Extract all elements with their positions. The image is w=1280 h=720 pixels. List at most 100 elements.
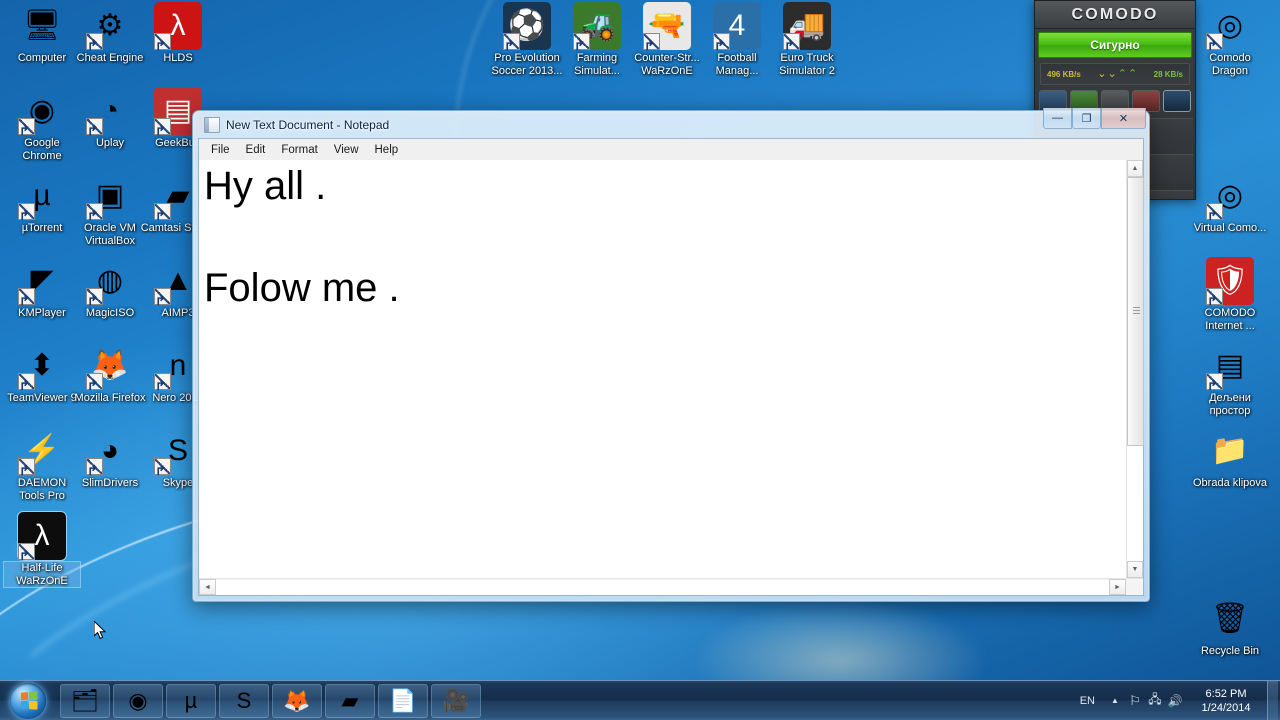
desktop-icon-euro-truck-simulator-2[interactable]: 🚚Euro Truck Simulator 2	[769, 2, 845, 77]
desktop-icon-obrada-klipova[interactable]: 📁 Obrada klipova	[1192, 427, 1268, 490]
desktop-icon-label: Uplay	[95, 137, 125, 149]
desktop-icon-farming-simulat[interactable]: 🚜Farming Simulat...	[559, 2, 635, 77]
comodo-status-bar[interactable]: Сигурно	[1038, 32, 1192, 58]
vertical-scrollbar[interactable]: ▲ ▼	[1126, 160, 1144, 578]
minimize-button[interactable]: —	[1043, 108, 1072, 129]
app-icon: ◎	[1206, 2, 1254, 50]
desktop-icon-cheat-engine[interactable]: ⚙ Cheat Engine	[72, 2, 148, 65]
menu-item-view[interactable]: View	[326, 142, 367, 158]
desktop-icon-virtual-como[interactable]: ◎ Virtual Como...	[1192, 172, 1268, 235]
desktop-icon-kmplayer[interactable]: ◤ KMPlayer	[4, 257, 80, 320]
desktop-icon-google-chrome[interactable]: ◉Google Chrome	[4, 87, 80, 162]
notepad-window[interactable]: New Text Document - Notepad — ❐ ✕ File Ed…	[192, 108, 1150, 602]
windows-flag-icon	[20, 691, 37, 710]
desktop-icon-label: COMODO Internet ...	[1204, 307, 1256, 332]
horizontal-scrollbar[interactable]: ◄ ►	[199, 578, 1143, 595]
scroll-right-arrow-icon[interactable]: ►	[1109, 579, 1126, 595]
notepad-title-bar[interactable]: New Text Document - Notepad — ❐ ✕	[198, 108, 1146, 138]
desktop-icon-daemon-tools-pro[interactable]: ⚡DAEMON Tools Pro	[4, 427, 80, 502]
notepad-text-area[interactable]: Hy all . Folow me .	[199, 160, 1126, 578]
skype-icon: S	[236, 687, 252, 713]
desktop-icon-teamviewer-9[interactable]: ⬍ TeamViewer 9	[4, 342, 80, 405]
desktop-icon-label: TeamViewer 9	[7, 392, 77, 404]
desktop-icon-hlds[interactable]: λ HLDS	[140, 2, 216, 65]
comodo-tile-traffic[interactable]	[1163, 90, 1191, 112]
taskbar-item-utorrent[interactable]: µ	[166, 683, 216, 718]
desktop-icon-label: Recycle Bin	[1200, 645, 1260, 657]
show-desktop-button[interactable]	[1267, 680, 1278, 720]
menu-item-format[interactable]: Format	[273, 142, 325, 158]
maximize-button[interactable]: ❐	[1072, 108, 1101, 129]
app-icon: 🗑	[1210, 602, 1250, 635]
start-button[interactable]	[2, 682, 54, 720]
app-icon: ▣	[86, 172, 134, 220]
network-icon[interactable]: 🖧	[1145, 681, 1165, 720]
desktop-icon-slimdrivers[interactable]: ◕ SlimDrivers	[72, 427, 148, 490]
action-center-flag-icon[interactable]: ⚐	[1125, 681, 1145, 720]
app-icon: 📁	[1211, 434, 1249, 467]
menu-item-help[interactable]: Help	[367, 142, 407, 158]
desktop-icon-comodo-internet[interactable]: 🛡COMODO Internet ...	[1192, 257, 1268, 332]
desktop-icon-football-manag[interactable]: 4Football Manag...	[699, 2, 775, 77]
scrollbar-corner	[1126, 579, 1143, 595]
app-icon: ◔	[86, 87, 134, 135]
desktop-icon-counter-str-warzone[interactable]: 🔫Counter-Str... WaRzOnE	[629, 2, 705, 77]
app-icon: ⬍	[18, 342, 66, 390]
desktop-icon-label: Comodo Dragon	[1209, 52, 1251, 77]
scroll-left-arrow-icon[interactable]: ◄	[199, 579, 216, 595]
desktop-icon-label: Cheat Engine	[76, 52, 144, 64]
app-icon: ◉	[18, 87, 66, 135]
windows-taskbar[interactable]: 🗂 ◉ µ S 🦊 ▰ 📄 🎥 EN ▲ ⚐ 🖧 🔊 6:52 PM 1/24/2014	[0, 680, 1280, 720]
desktop-icon-label: Computer	[17, 52, 67, 64]
desktop-icon-label: MagicISO	[85, 307, 135, 319]
desktop-icon-uplay[interactable]: ◔ Uplay	[72, 87, 148, 150]
comodo-brand-label: COMODO	[1071, 5, 1159, 23]
app-icon: ◎	[1206, 172, 1254, 220]
taskbar-item-windows-explorer[interactable]: 🗂	[60, 683, 110, 718]
vertical-scroll-thumb[interactable]	[1127, 177, 1144, 446]
desktop-icon-oracle-vm-virtualbox[interactable]: ▣Oracle VM VirtualBox	[72, 172, 148, 247]
horizontal-scroll-track[interactable]	[216, 579, 1109, 595]
desktop-icon-label: Half-Life WaRzOnE	[3, 561, 81, 588]
system-tray: EN ▲ ⚐ 🖧 🔊 6:52 PM 1/24/2014	[1080, 680, 1280, 720]
taskbar-item-mozilla-firefox[interactable]: 🦊	[272, 683, 322, 718]
taskbar-item-camtasia-studio[interactable]: ▰	[325, 683, 375, 718]
taskbar-item-notepad[interactable]: 📄	[378, 683, 428, 718]
language-indicator[interactable]: EN	[1080, 695, 1095, 707]
desktop-icon-comodo-dragon[interactable]: ◎Comodo Dragon	[1192, 2, 1268, 77]
desktop-icon-label: SlimDrivers	[81, 477, 139, 489]
desktop-icon-recycle-bin[interactable]: 🗑 Recycle Bin	[1192, 595, 1268, 658]
clock-date: 1/24/2014	[1201, 701, 1251, 714]
scroll-down-arrow-icon[interactable]: ▼	[1127, 561, 1143, 578]
taskbar-item-camtasia-recorder[interactable]: 🎥	[431, 683, 481, 718]
desktop-icon-label: Дељени простор	[1209, 392, 1251, 417]
clock[interactable]: 6:52 PM 1/24/2014	[1189, 687, 1263, 715]
desktop-icon-computer[interactable]: 🖥 Computer	[4, 2, 80, 65]
taskbar-item-google-chrome[interactable]: ◉	[113, 683, 163, 718]
desktop-icon-torrent[interactable]: µ µTorrent	[4, 172, 80, 235]
desktop-icon-pro-evolution-soccer-2013[interactable]: ⚽Pro Evolution Soccer 2013...	[489, 2, 565, 77]
desktop-icon-label: Euro Truck Simulator 2	[779, 52, 835, 77]
app-icon: 🚚	[783, 2, 831, 50]
vertical-scroll-track[interactable]	[1127, 177, 1144, 561]
desktop-icon-mozilla-firefox[interactable]: 🦊 Mozilla Firefox	[72, 342, 148, 405]
window-controls: — ❐ ✕	[1043, 108, 1146, 129]
app-icon: 🦊	[86, 342, 134, 390]
close-button[interactable]: ✕	[1101, 108, 1146, 129]
comodo-status-label: Сигурно	[1090, 38, 1140, 52]
menu-item-edit[interactable]: Edit	[238, 142, 274, 158]
notepad-title-text: New Text Document - Notepad	[226, 117, 390, 132]
notepad-text-line-1: Hy all .	[204, 164, 327, 208]
desktop-icon-label: Football Manag...	[715, 52, 759, 77]
app-icon: λ	[17, 511, 67, 561]
show-hidden-icons-icon[interactable]: ▲	[1105, 681, 1125, 720]
desktop-icon-half-life-warzone[interactable]: λHalf-Life WaRzOnE	[3, 511, 81, 588]
desktop-icon-magiciso[interactable]: ◍ MagicISO	[72, 257, 148, 320]
volume-icon[interactable]: 🔊	[1165, 681, 1185, 720]
taskbar-pinned-items: 🗂 ◉ µ S 🦊 ▰ 📄 🎥	[60, 683, 484, 718]
desktop-icon-[interactable]: ▤Дељени простор	[1192, 342, 1268, 417]
menu-item-file[interactable]: File	[203, 142, 238, 158]
scroll-up-arrow-icon[interactable]: ▲	[1127, 160, 1143, 177]
taskbar-item-skype[interactable]: S	[219, 683, 269, 718]
app-icon: ⚙	[86, 2, 134, 50]
